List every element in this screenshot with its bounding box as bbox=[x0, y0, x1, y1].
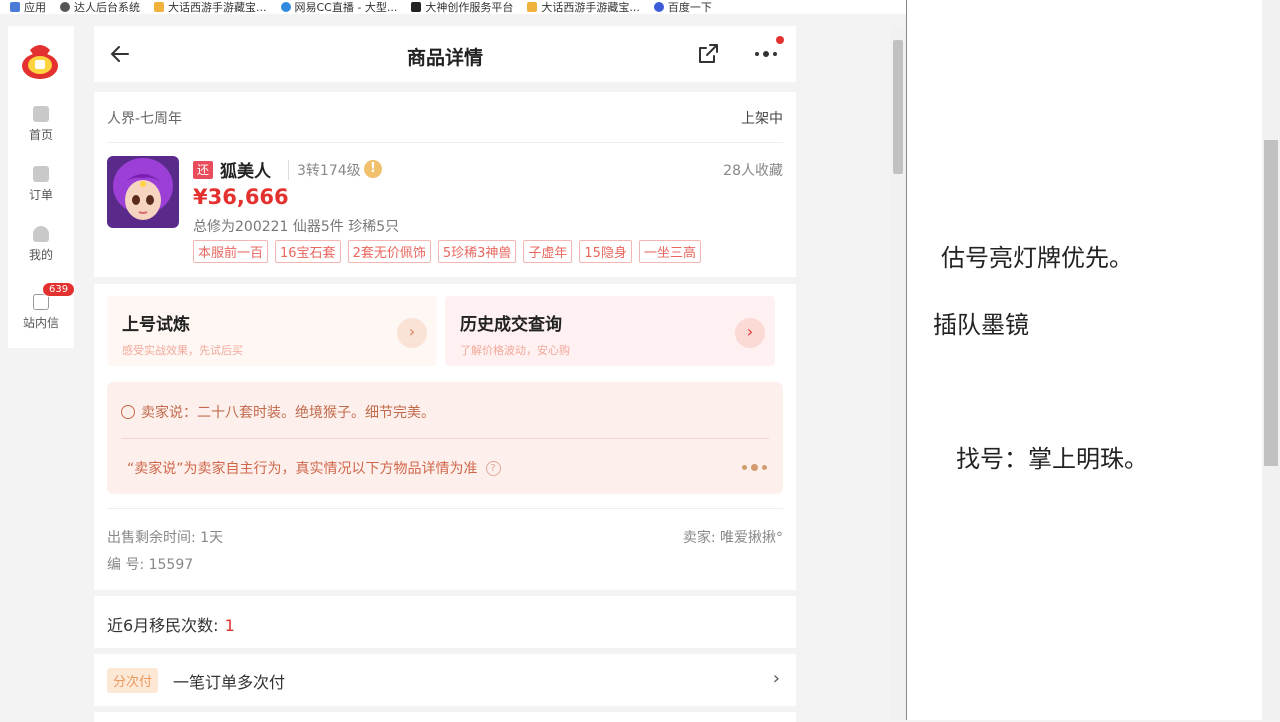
user-icon bbox=[33, 226, 49, 242]
remaining-time: 出售剩余时间: 1天 bbox=[107, 530, 224, 546]
character-name: 狐美人 bbox=[220, 162, 271, 182]
page-scrollbar-thumb[interactable] bbox=[893, 40, 903, 174]
notes-panel: 估号亮灯牌优先。 插队墨镜 找号：掌上明珠。 bbox=[907, 0, 1262, 720]
trial-login-button[interactable]: 上号试炼 感受实战效果，先试后买 › bbox=[107, 296, 437, 366]
migration-count: 近6月移民次数: 1 bbox=[107, 616, 235, 635]
more-dots-icon[interactable] bbox=[752, 42, 780, 66]
share-icon[interactable] bbox=[696, 42, 720, 66]
serial-number: 编 号: 15597 bbox=[107, 557, 194, 573]
nav-messages[interactable]: 站内信 639 bbox=[8, 282, 76, 331]
bookmark-dahua-2[interactable]: 大话西游手游藏宝... bbox=[527, 0, 640, 14]
product-detail-panel: 商品详情 人界-七周年 上架中 还 狐美人 3转174级 ! 28人收藏 ¥36… bbox=[94, 26, 796, 722]
bookmark-dahua-1[interactable]: 大话西游手游藏宝... bbox=[154, 0, 267, 14]
note-line: 找号：掌上明珠。 bbox=[956, 445, 1148, 473]
info-warning-icon[interactable]: ! bbox=[364, 160, 382, 178]
feature-tag: 一坐三高 bbox=[638, 240, 701, 263]
nav-orders[interactable]: 订单 bbox=[8, 166, 74, 203]
next-card bbox=[94, 712, 796, 722]
bookmark-dashen[interactable]: 大神创作服务平台 bbox=[411, 0, 513, 14]
history-deals-button[interactable]: 历史成交查询 了解价格波动，安心购 › bbox=[445, 296, 775, 366]
favorites-count: 28人收藏 bbox=[723, 163, 783, 179]
return-tag: 还 bbox=[193, 161, 213, 179]
notification-dot bbox=[776, 36, 784, 44]
seller-name[interactable]: 卖家: 唯爱揪揪° bbox=[683, 527, 783, 547]
nav-home[interactable]: 首页 bbox=[8, 106, 74, 143]
globe-icon bbox=[60, 2, 70, 12]
order-icon bbox=[33, 166, 49, 182]
feature-tag: 5珍稀3神兽 bbox=[437, 240, 517, 263]
chevron-right-icon: › bbox=[772, 668, 780, 689]
character-avatar[interactable] bbox=[107, 156, 179, 228]
chevron-right-icon: › bbox=[735, 318, 765, 348]
bookmark-cc[interactable]: 网易CC直播 - 大型... bbox=[280, 0, 397, 14]
baidu-icon bbox=[653, 2, 664, 12]
item-summary-card: 人界-七周年 上架中 还 狐美人 3转174级 ! 28人收藏 ¥36,666 … bbox=[94, 92, 796, 277]
left-nav: 首页 订单 我的 站内信 639 bbox=[8, 26, 76, 348]
home-icon bbox=[33, 106, 49, 122]
feature-tag: 15隐身 bbox=[579, 240, 632, 263]
bookmark-baidu[interactable]: 百度一下 bbox=[653, 0, 712, 14]
apps-grid-icon bbox=[10, 2, 20, 12]
chevron-right-icon: › bbox=[397, 318, 427, 348]
divider bbox=[107, 508, 783, 509]
game-icon bbox=[527, 2, 538, 12]
history-subtitle: 了解价格波动，安心购 bbox=[460, 344, 570, 357]
installment-text: 一笔订单多次付 bbox=[173, 673, 286, 692]
feature-tag: 16宝石套 bbox=[275, 240, 341, 263]
feature-tag: 2套无价佩饰 bbox=[347, 240, 431, 263]
chat-bubble-icon bbox=[121, 405, 135, 419]
listing-status: 上架中 bbox=[741, 111, 783, 127]
cc-icon bbox=[280, 2, 291, 12]
divider bbox=[107, 142, 783, 143]
bookmark-apps[interactable]: 应用 bbox=[10, 0, 46, 14]
note-line: 估号亮灯牌优先。 bbox=[941, 244, 1133, 272]
seller-says-box: 卖家说：二十八套时装。绝境猴子。细节完美。 “卖家说”为卖家自主行为，真实情况以… bbox=[107, 382, 783, 494]
history-title: 历史成交查询 bbox=[460, 315, 562, 335]
nav-mine[interactable]: 我的 bbox=[8, 226, 74, 263]
game-icon bbox=[154, 2, 164, 12]
feature-tag: 本服前一百 bbox=[193, 240, 269, 263]
feature-tag: 子虚年 bbox=[523, 240, 573, 263]
note-line: 插队墨镜 bbox=[933, 311, 1029, 339]
tools-and-seller-card: 上号试炼 感受实战效果，先试后买 › 历史成交查询 了解价格波动，安心购 › 卖… bbox=[94, 284, 796, 590]
server-name: 人界-七周年 bbox=[107, 111, 183, 127]
help-question-icon[interactable]: ? bbox=[485, 460, 501, 476]
feature-tags: 本服前一百 16宝石套 2套无价佩饰 5珍稀3神兽 子虚年 15隐身 一坐三高 bbox=[193, 240, 701, 263]
dashen-icon bbox=[411, 2, 422, 12]
installment-tag: 分次付 bbox=[107, 668, 159, 693]
loading-dots-icon bbox=[742, 464, 767, 471]
trial-title: 上号试炼 bbox=[122, 315, 190, 335]
character-attributes: 总修为200221 仙器5件 珍稀5只 bbox=[193, 219, 400, 235]
bookmark-daren[interactable]: 达人后台系统 bbox=[60, 0, 140, 14]
migration-card: 近6月移民次数: 1 bbox=[94, 596, 796, 648]
divider bbox=[121, 438, 769, 439]
character-level: 3转174级 bbox=[288, 160, 361, 180]
bookmarks-bar: 应用 达人后台系统 大话西游手游藏宝... 网易CC直播 - 大型... 大神创… bbox=[0, 0, 906, 14]
trial-subtitle: 感受实战效果，先试后买 bbox=[122, 344, 243, 357]
price: ¥36,666 bbox=[193, 185, 289, 209]
seller-disclaimer: “卖家说”为卖家自主行为，真实情况以下方物品详情为准 ? bbox=[127, 458, 501, 478]
logo-icon[interactable] bbox=[18, 38, 62, 82]
installment-row[interactable]: 分次付 一笔订单多次付 › bbox=[94, 654, 796, 706]
notes-scrollbar-thumb[interactable] bbox=[1264, 140, 1278, 466]
page-header: 商品详情 bbox=[94, 26, 796, 82]
seller-says: 卖家说：二十八套时装。绝境猴子。细节完美。 bbox=[121, 402, 435, 422]
page-title: 商品详情 bbox=[406, 47, 483, 69]
message-count-badge: 639 bbox=[42, 282, 76, 297]
